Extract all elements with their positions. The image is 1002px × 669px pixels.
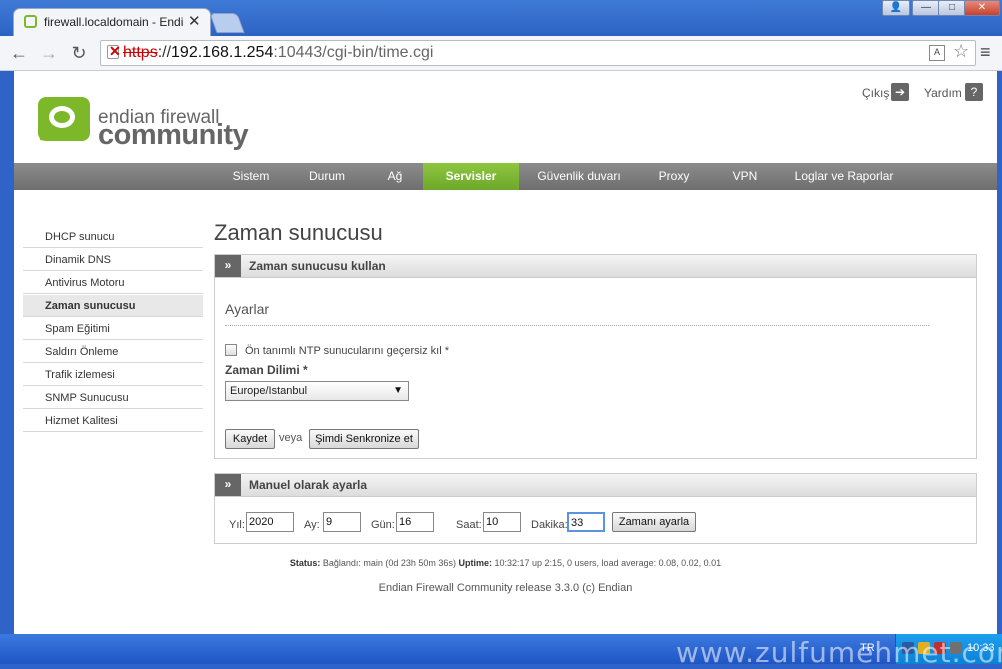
logo-text-line2: community bbox=[98, 119, 249, 151]
browser-titlebar: firewall.localdomain - Endian ✕ 👤 — □ ✕ bbox=[0, 0, 1002, 36]
collapse-chevron-icon[interactable]: » bbox=[215, 474, 241, 496]
collapse-chevron-icon[interactable]: » bbox=[215, 255, 241, 277]
translate-icon[interactable]: A bbox=[929, 45, 945, 61]
tab-title: firewall.localdomain - Endian bbox=[44, 15, 184, 29]
url-text: https://192.168.1.254:10443/cgi-bin/time… bbox=[123, 44, 434, 61]
override-ntp-label: Ön tanımlı NTP sunucularını geçersiz kıl… bbox=[245, 345, 449, 357]
sidebar-item-time-server[interactable]: Zaman sunucusu bbox=[23, 295, 203, 317]
back-arrow-icon[interactable]: ← bbox=[8, 42, 30, 64]
nav-guvenlik-duvari[interactable]: Güvenlik duvarı bbox=[529, 163, 629, 190]
section-title: Ayarlar bbox=[225, 301, 270, 317]
watermark: www.zulfumehmet.com bbox=[676, 636, 1002, 669]
browser-menu-icon[interactable]: ≡ bbox=[980, 42, 991, 63]
sidebar-item-intrusion-prevention[interactable]: Saldırı Önleme bbox=[23, 341, 203, 363]
tab-close-icon[interactable]: ✕ bbox=[188, 12, 201, 30]
main-navigation: Sistem Durum Ağ Servisler Güvenlik duvar… bbox=[14, 163, 997, 190]
new-tab-button[interactable] bbox=[210, 14, 244, 32]
minute-label: Dakika: bbox=[531, 519, 568, 531]
maximize-button[interactable]: □ bbox=[938, 0, 966, 16]
page-title: Zaman sunucusu bbox=[214, 220, 383, 245]
sync-now-button[interactable]: Şimdi Senkronize et bbox=[309, 429, 419, 449]
month-input[interactable]: 9 bbox=[323, 512, 361, 532]
month-label: Ay: bbox=[304, 519, 320, 531]
forward-arrow-icon[interactable]: → bbox=[38, 42, 60, 64]
panel-header[interactable]: » Zaman sunucusu kullan bbox=[215, 255, 976, 278]
override-ntp-checkbox[interactable] bbox=[225, 344, 237, 356]
year-label: Yıl: bbox=[229, 519, 245, 531]
set-time-button[interactable]: Zamanı ayarla bbox=[612, 512, 696, 532]
favicon-icon bbox=[24, 15, 37, 28]
dropdown-arrow-icon: ▼ bbox=[393, 385, 403, 396]
time-server-panel: » Zaman sunucusu kullan Ayarlar Ön tanım… bbox=[214, 254, 977, 459]
logo-dots: ●●●●● bbox=[39, 133, 72, 143]
nav-durum[interactable]: Durum bbox=[299, 163, 355, 190]
hour-input[interactable]: 10 bbox=[483, 512, 521, 532]
help-icon[interactable]: ? bbox=[965, 83, 983, 101]
nav-ag[interactable]: Ağ bbox=[372, 163, 418, 190]
minimize-button[interactable]: — bbox=[912, 0, 940, 16]
sidebar-item-dynamic-dns[interactable]: Dinamik DNS bbox=[23, 249, 203, 271]
browser-tab[interactable]: firewall.localdomain - Endian ✕ bbox=[14, 9, 210, 36]
logout-icon[interactable]: ➔ bbox=[891, 83, 909, 101]
day-input[interactable]: 16 bbox=[396, 512, 434, 532]
divider bbox=[225, 325, 929, 326]
web-page: ●●●●● endian firewall community Çıkış ➔ … bbox=[14, 71, 997, 634]
status-line: Status: Bağlandı: main (0d 23h 50m 36s) … bbox=[289, 558, 722, 568]
browser-toolbar: ← → ↻ ✕ https://192.168.1.254:10443/cgi-… bbox=[0, 36, 1002, 71]
nav-sistem[interactable]: Sistem bbox=[219, 163, 283, 190]
year-input[interactable]: 2020 bbox=[246, 512, 294, 532]
address-bar[interactable]: ✕ https://192.168.1.254:10443/cgi-bin/ti… bbox=[100, 40, 976, 66]
or-text: veya bbox=[279, 432, 303, 444]
minute-input[interactable]: 33 bbox=[567, 512, 605, 532]
insecure-x-icon: ✕ bbox=[109, 43, 121, 59]
nav-proxy[interactable]: Proxy bbox=[644, 163, 704, 190]
sidebar-item-spam-training[interactable]: Spam Eğitimi bbox=[23, 318, 203, 340]
nav-loglar-ve-raporlar[interactable]: Loglar ve Raporlar bbox=[789, 163, 899, 190]
sidebar-item-snmp[interactable]: SNMP Sunucusu bbox=[23, 387, 203, 409]
footer-text: Endian Firewall Community release 3.3.0 … bbox=[378, 582, 633, 594]
day-label: Gün: bbox=[371, 519, 395, 531]
sidebar-item-qos[interactable]: Hizmet Kalitesi bbox=[23, 410, 203, 432]
logout-link[interactable]: Çıkış bbox=[862, 86, 889, 100]
hour-label: Saat: bbox=[456, 519, 482, 531]
timezone-label: Zaman Dilimi * bbox=[225, 363, 308, 377]
sidebar-item-traffic-monitoring[interactable]: Trafik izlemesi bbox=[23, 364, 203, 386]
panel-title: Manuel olarak ayarla bbox=[249, 478, 368, 492]
window-close-button[interactable]: ✕ bbox=[964, 0, 1000, 16]
sidebar-item-dhcp[interactable]: DHCP sunucu bbox=[23, 226, 203, 248]
panel-title: Zaman sunucusu kullan bbox=[249, 259, 386, 273]
reload-icon[interactable]: ↻ bbox=[68, 42, 90, 64]
bookmark-star-icon[interactable]: ☆ bbox=[953, 41, 969, 62]
help-link[interactable]: Yardım bbox=[924, 86, 962, 100]
nav-servisler[interactable]: Servisler bbox=[423, 163, 519, 190]
timezone-select[interactable]: Europe/Istanbul ▼ bbox=[225, 381, 409, 401]
panel-header[interactable]: » Manuel olarak ayarla bbox=[215, 474, 976, 497]
sidebar-item-antivirus[interactable]: Antivirus Motoru bbox=[23, 272, 203, 294]
manual-time-panel: » Manuel olarak ayarla Yıl: 2020 Ay: 9 G… bbox=[214, 473, 977, 544]
sidebar: DHCP sunucu Dinamik DNS Antivirus Motoru… bbox=[23, 226, 203, 433]
nav-vpn[interactable]: VPN bbox=[720, 163, 770, 190]
user-icon[interactable]: 👤 bbox=[882, 0, 910, 16]
save-button[interactable]: Kaydet bbox=[225, 429, 275, 449]
